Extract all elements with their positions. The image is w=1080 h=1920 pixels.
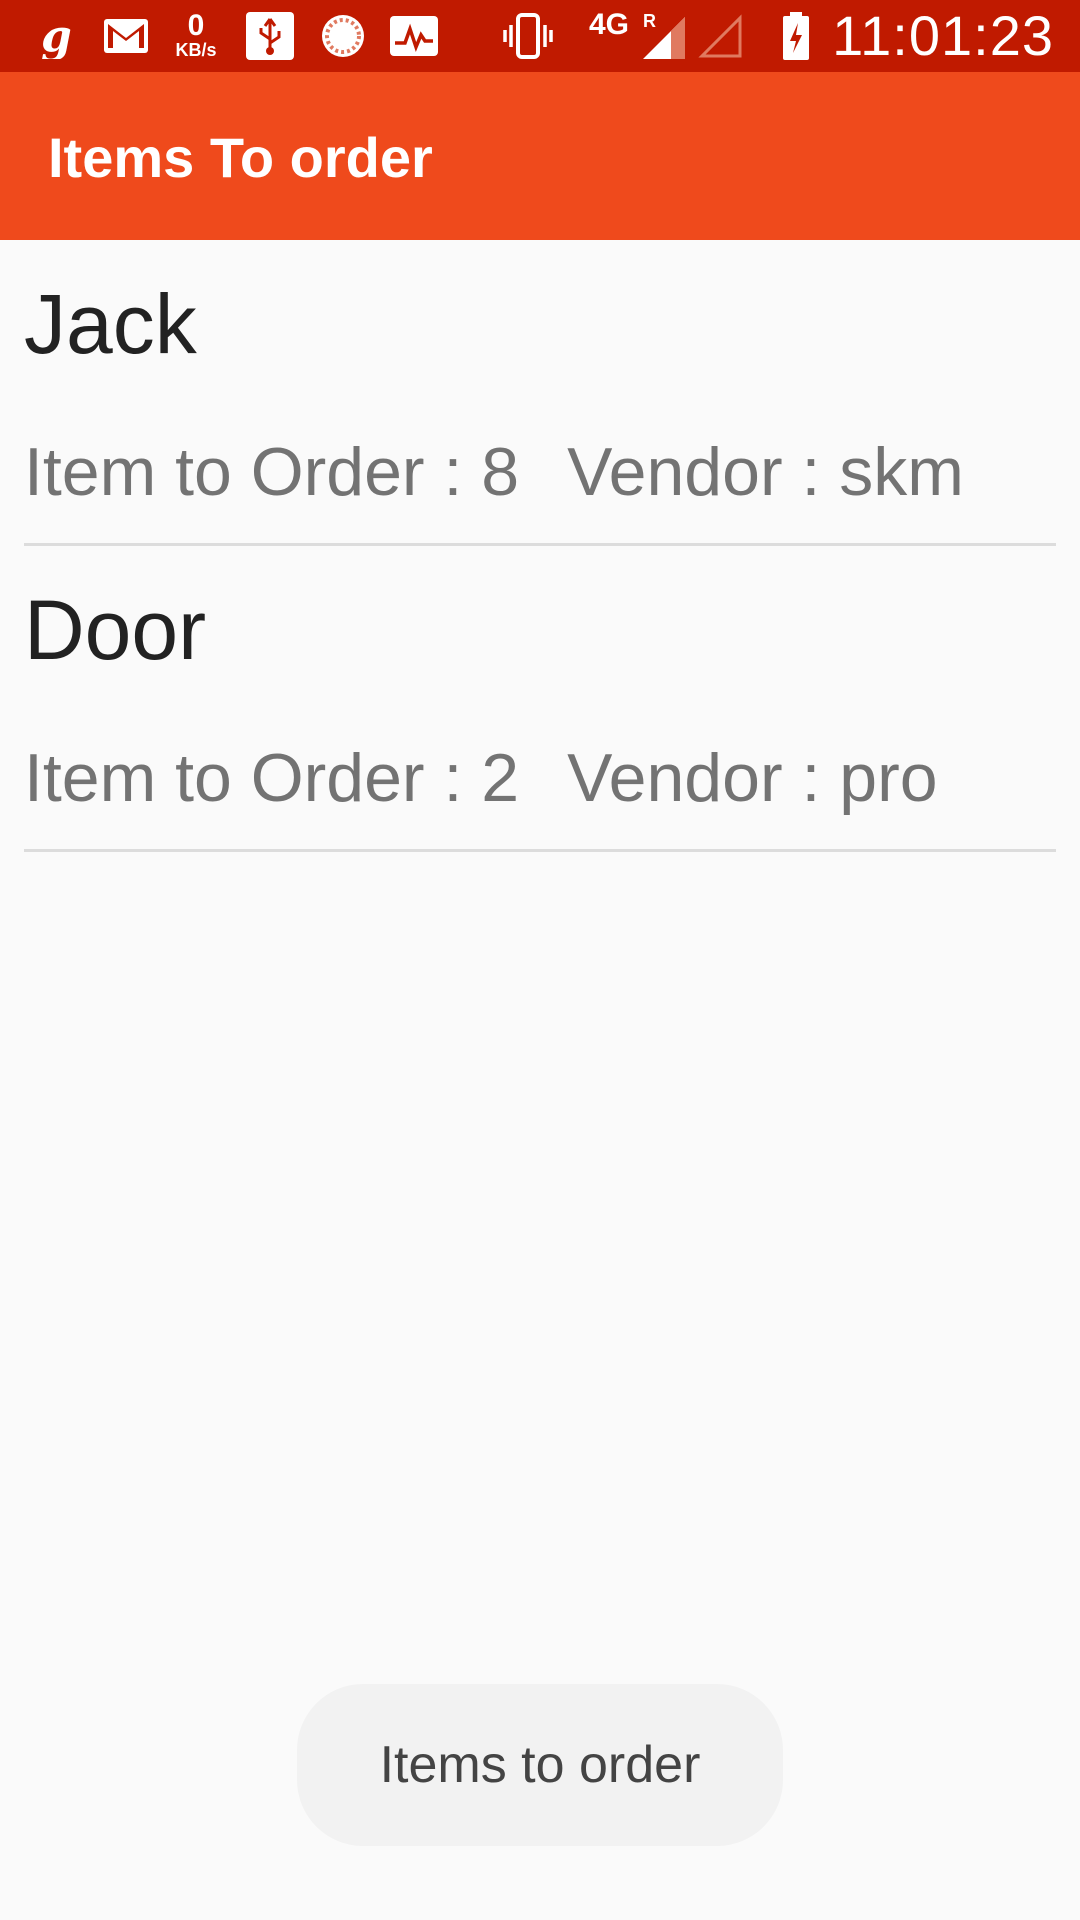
divider xyxy=(24,849,1056,852)
sync-icon xyxy=(318,10,368,62)
item-vendor: Vendor : pro xyxy=(567,740,938,816)
data-speed-icon: 0 KB/s xyxy=(166,10,226,62)
svg-text:g: g xyxy=(41,13,71,59)
g-icon: g xyxy=(34,10,74,62)
item-name: Door xyxy=(24,583,207,677)
network-type-icon: 4G xyxy=(584,10,634,62)
order-list: Jack Item to Order : 8 Vendor : skm Door … xyxy=(0,240,1080,852)
status-time: 11:01:23 xyxy=(832,4,1054,67)
list-item[interactable]: Door Item to Order : 2 Vendor : pro xyxy=(0,546,1080,852)
status-bar: g 0 KB/s 4G R 11:01:23 xyxy=(0,0,1080,72)
item-vendor: Vendor : skm xyxy=(567,434,964,510)
app-bar: Items To order xyxy=(0,72,1080,240)
roaming-marker: R xyxy=(643,11,656,31)
gmail-icon xyxy=(102,10,150,62)
page-title: Items To order xyxy=(48,126,433,189)
item-detail: Item to Order : 8 Vendor : skm xyxy=(24,432,964,512)
item-detail: Item to Order : 2 Vendor : pro xyxy=(24,738,938,818)
signal-icon: R xyxy=(640,10,690,62)
data-speed-value: 0 xyxy=(187,9,205,42)
usb-icon xyxy=(244,10,296,62)
item-order-count: Item to Order : 2 xyxy=(24,740,520,816)
item-name: Jack xyxy=(24,277,197,371)
vibrate-icon xyxy=(500,10,556,62)
network-type-label: 4G xyxy=(588,8,630,41)
signal-empty-icon xyxy=(696,10,746,62)
toast-message: Items to order xyxy=(297,1684,783,1846)
data-speed-unit: KB/s xyxy=(175,40,217,60)
list-item[interactable]: Jack Item to Order : 8 Vendor : skm xyxy=(0,240,1080,546)
item-order-count: Item to Order : 8 xyxy=(24,434,520,510)
pulse-icon xyxy=(388,10,440,62)
battery-charging-icon xyxy=(778,10,814,62)
